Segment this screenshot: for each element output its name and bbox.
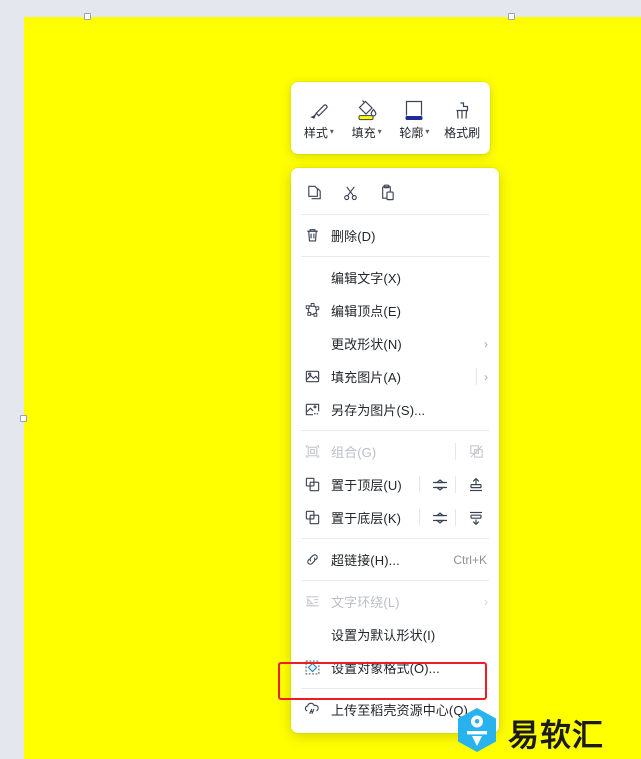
menu-inline-divider	[476, 368, 477, 385]
menu-inline-divider	[455, 443, 456, 460]
send-backward-icon[interactable]	[463, 509, 489, 527]
format-painter-icon	[450, 97, 474, 123]
menu-label: 置于底层(K)	[331, 511, 402, 526]
menu-separator	[301, 580, 489, 581]
menu-separator	[301, 688, 489, 689]
edit-points-icon	[301, 302, 323, 319]
menu-item-save-as-picture[interactable]: 另存为图片(S)...	[291, 393, 499, 426]
trash-icon	[301, 227, 323, 244]
menu-item-group: 组合(G)	[291, 435, 499, 468]
cut-scissors-icon[interactable]	[333, 177, 367, 207]
watermark: 易软汇	[455, 707, 604, 758]
menu-label: 设置对象格式(O)...	[331, 661, 440, 676]
toolbar-label-fill: 填充	[351, 125, 376, 140]
toolbar-button-outline[interactable]: 轮廓 ▾	[391, 87, 437, 149]
chevron-down-icon[interactable]: ▾	[330, 125, 334, 139]
chevron-down-icon[interactable]: ▾	[378, 125, 382, 139]
menu-label: 文字环绕(L)	[331, 595, 400, 610]
clipboard-row	[291, 174, 499, 210]
menu-inline-divider	[455, 476, 456, 493]
ungroup-icon	[463, 443, 489, 460]
menu-item-bring-to-front[interactable]: 置于顶层(U)	[291, 468, 499, 501]
menu-item-change-shape[interactable]: 更改形状(N) ›	[291, 327, 499, 360]
toolbar-button-style[interactable]: 样式 ▾	[296, 87, 342, 149]
align-middle-icon[interactable]	[427, 509, 453, 527]
upload-cloud-icon	[301, 701, 323, 718]
paint-bucket-icon	[353, 97, 381, 123]
selection-handle-top[interactable]	[84, 13, 91, 20]
menu-item-fill-picture[interactable]: 填充图片(A) ›	[291, 360, 499, 393]
chevron-right-icon: ›	[484, 594, 488, 609]
menu-inline-divider	[419, 509, 420, 526]
menu-label: 组合(G)	[331, 445, 377, 460]
menu-inline-divider	[455, 509, 456, 526]
yiruanhui-hex-logo	[455, 707, 499, 758]
menu-item-hyperlink[interactable]: 超链接(H)... Ctrl+K	[291, 543, 499, 576]
bring-to-front-icon	[301, 476, 323, 493]
chevron-right-icon[interactable]: ›	[484, 371, 489, 383]
floating-format-toolbar: 样式 ▾ 填充 ▾ 轮廓 ▾ 格式刷	[291, 82, 490, 154]
text-wrap-icon	[301, 593, 323, 610]
chevron-right-icon: ›	[484, 336, 488, 351]
menu-label: 超链接(H)...	[331, 553, 400, 568]
save-as-picture-icon	[301, 401, 323, 418]
selection-handle-top-right[interactable]	[508, 13, 515, 20]
chevron-down-icon[interactable]: ▾	[425, 125, 429, 139]
menu-label: 设置为默认形状(I)	[331, 628, 436, 643]
toolbar-label-style: 样式	[303, 125, 328, 140]
menu-shortcut: Ctrl+K	[453, 552, 487, 567]
menu-label: 更改形状(N)	[331, 337, 402, 352]
menu-label: 另存为图片(S)...	[331, 403, 426, 418]
selection-handle-left[interactable]	[20, 415, 27, 422]
shape-outline-icon	[401, 97, 427, 123]
watermark-text: 易软汇	[508, 718, 604, 754]
menu-label: 删除(D)	[331, 229, 376, 244]
menu-separator	[301, 214, 489, 215]
menu-label: 编辑文字(X)	[331, 271, 402, 286]
brush-icon	[307, 97, 331, 123]
menu-item-set-default-shape[interactable]: 设置为默认形状(I)	[291, 618, 499, 651]
menu-separator	[301, 538, 489, 539]
paste-button[interactable]	[369, 177, 403, 207]
menu-label: 置于顶层(U)	[331, 478, 402, 493]
hyperlink-icon	[301, 551, 323, 568]
menu-item-edit-text[interactable]: 编辑文字(X)	[291, 261, 499, 294]
menu-separator	[301, 430, 489, 431]
fill-picture-icon	[301, 368, 323, 385]
format-object-icon	[301, 659, 323, 676]
menu-item-edit-points[interactable]: 编辑顶点(E)	[291, 294, 499, 327]
menu-item-text-wrap: 文字环绕(L) ›	[291, 585, 499, 618]
toolbar-label-outline: 轮廓	[399, 125, 424, 140]
menu-item-format-object[interactable]: 设置对象格式(O)...	[291, 651, 499, 684]
bring-forward-icon[interactable]	[463, 476, 489, 494]
menu-label: 填充图片(A)	[331, 370, 402, 385]
toolbar-button-fill[interactable]: 填充 ▾	[344, 87, 390, 149]
copy-button[interactable]	[297, 177, 331, 207]
menu-separator	[301, 256, 489, 257]
menu-item-delete[interactable]: 删除(D)	[291, 219, 499, 252]
menu-label: 编辑顶点(E)	[331, 304, 402, 319]
toolbar-label-format-painter: 格式刷	[444, 125, 481, 140]
shape-context-menu: 删除(D) 编辑文字(X) 编辑顶点(E) 更改形状(N) › 填充图片(A) …	[291, 168, 499, 733]
send-to-back-icon	[301, 509, 323, 526]
group-icon	[301, 443, 323, 460]
toolbar-button-format-painter[interactable]: 格式刷	[439, 87, 485, 149]
align-middle-icon[interactable]	[427, 476, 453, 494]
menu-item-send-to-back[interactable]: 置于底层(K)	[291, 501, 499, 534]
menu-inline-divider	[419, 476, 420, 493]
